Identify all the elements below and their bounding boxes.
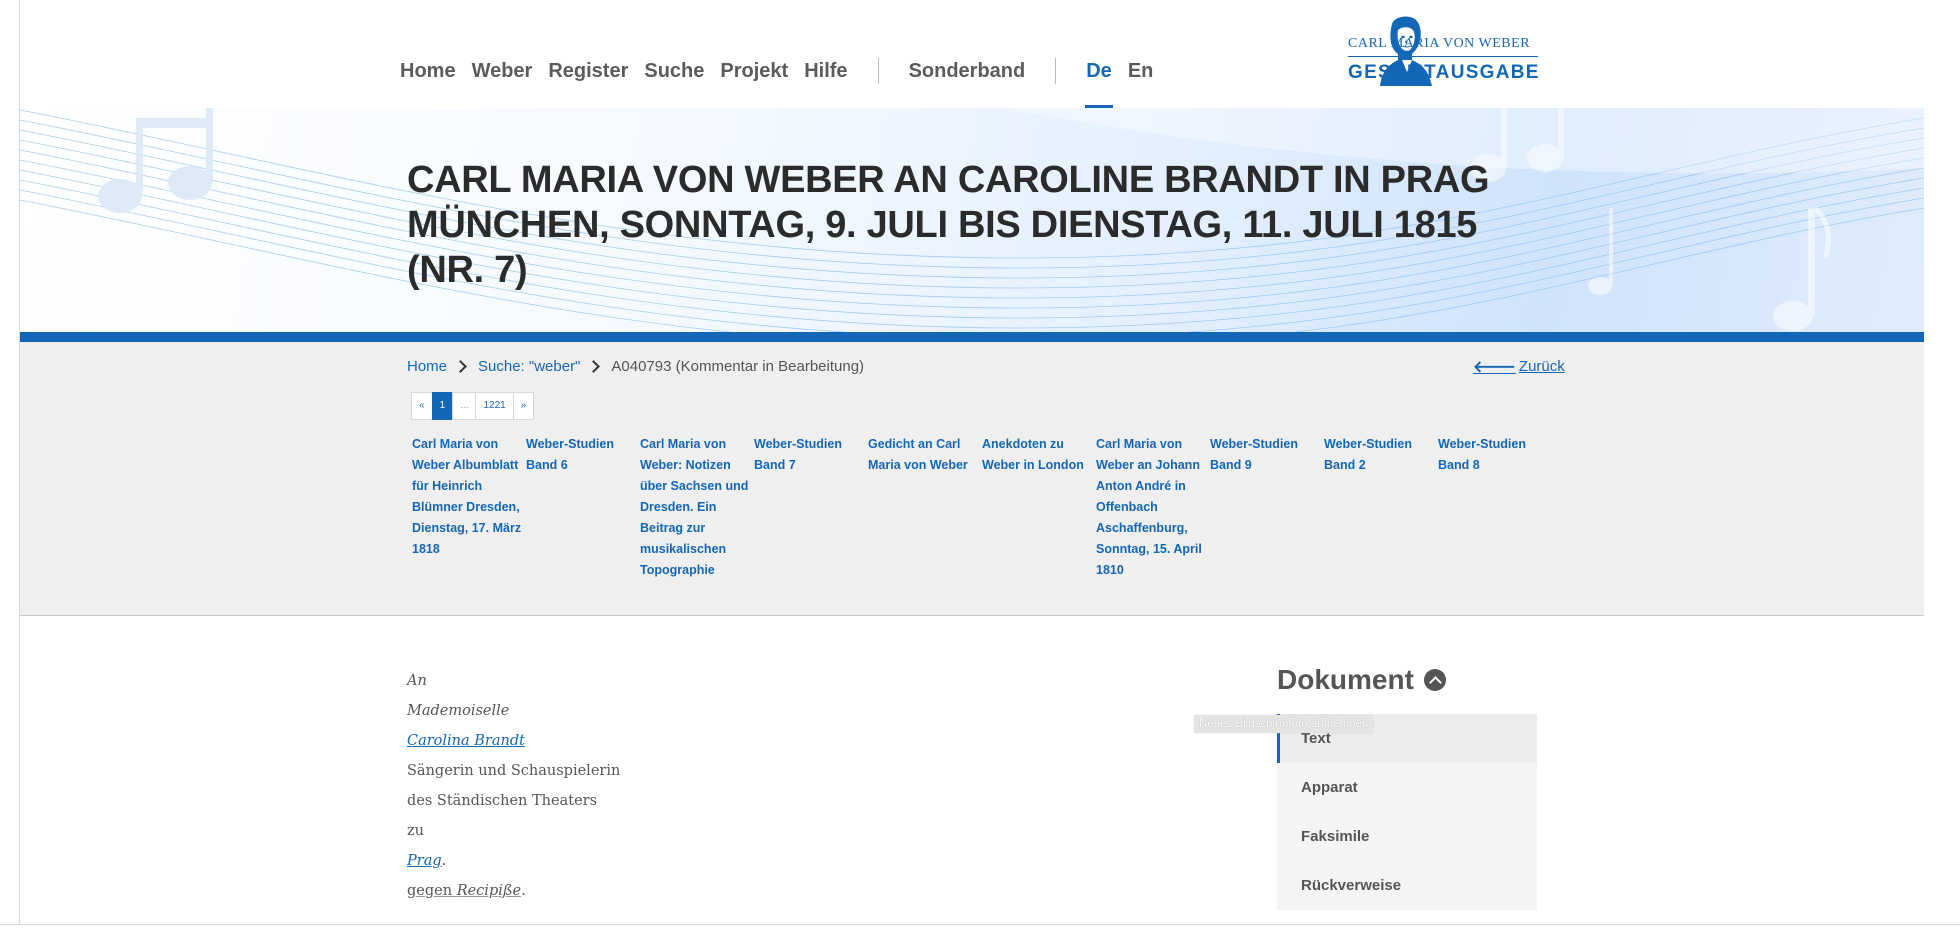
document-tab-apparat[interactable]: Apparat [1277,763,1537,812]
breadcrumb-search[interactable]: Suche: "weber" [478,358,580,375]
pager-next-button[interactable]: » [512,392,535,420]
window-left-edge [0,0,20,942]
back-link-label: Zurück [1518,358,1565,375]
document-tab-rueckverweise[interactable]: Rückverweise [1277,861,1537,910]
letter-punctuation: . [521,883,526,899]
page-title-line: CARL MARIA VON WEBER AN CAROLINE BRANDT … [407,159,1490,201]
pagination: « 1 ... 1221 » [411,392,535,420]
letter-address-block: An Mademoiselle Carolina Brandt Sängerin… [407,668,620,908]
window-bottom-edge [0,924,1960,943]
letter-line: Mademoiselle [407,703,510,719]
breadcrumb-home[interactable]: Home [407,358,447,375]
letter-line: des Ständischen Theaters [407,793,598,809]
result-link[interactable]: Weber-Studien Band 7 [754,434,868,581]
letter-text-italic: Recipiße [456,883,522,899]
pager-page-current[interactable]: 1 [431,392,454,420]
document-panel-title: Dokument [1277,664,1414,695]
letter-line: An [407,673,427,689]
title-banner: CARL MARIA VON WEBER AN CAROLINE BRANDT … [20,108,1924,332]
result-link[interactable]: Weber-Studien Band 8 [1438,434,1552,581]
letter-line: Sängerin und Schauspielerin [407,763,621,779]
person-link-carolina-brandt[interactable]: Carolina Brandt [407,733,525,749]
result-link[interactable]: Weber-Studien Band 6 [526,434,640,581]
pager-page-last[interactable]: 1221 [475,392,514,420]
lang-en-link[interactable]: En [1128,60,1154,83]
result-link[interactable]: Carl Maria von Weber an Johann Anton And… [1096,434,1210,581]
nav-divider [877,58,879,84]
screenshot-tooltip: Neues Bildschirmfoto aufnehmen [1194,715,1374,733]
page-title-line: MÜNCHEN, SONNTAG, 9. JULI BIS DIENSTAG, … [407,204,1478,246]
document-tab-faksimile[interactable]: Faksimile [1277,812,1537,861]
nav-sonderband[interactable]: Sonderband [909,60,1026,83]
arrow-left-icon: 🡐 [1473,359,1516,376]
page-title: CARL MARIA VON WEBER AN CAROLINE BRANDT … [407,158,1607,293]
nav-projekt[interactable]: Projekt [720,60,788,83]
letter-line: zu [407,823,424,839]
site-header: Home Weber Register Suche Projekt Hilfe … [20,0,1924,110]
search-context-panel: Home Suche: "weber" A040793 (Kommentar i… [20,342,1924,616]
window-right-edge [1924,0,1960,942]
nav-register[interactable]: Register [548,60,628,83]
letter-text: gegen [407,883,457,899]
logo-rule [1348,56,1538,57]
breadcrumb-current: A040793 (Kommentar in Bearbeitung) [611,358,865,375]
document-tabs: Text Apparat Faksimile Rückverweise [1277,714,1537,910]
nav-suche[interactable]: Suche [644,60,704,83]
pager-prev-button[interactable]: « [411,392,433,420]
place-link-prag[interactable]: Prag [407,853,442,869]
result-link[interactable]: Weber-Studien Band 2 [1324,434,1438,581]
logo-text-edition[interactable]: GESAMTAUSGABE [1348,62,1540,84]
letter-annotated-text[interactable]: gegen Recipiße [407,883,521,899]
letter-punctuation: . [441,853,447,869]
nav-home[interactable]: Home [400,60,456,83]
result-link[interactable]: Weber-Studien Band 9 [1210,434,1324,581]
back-link[interactable]: 🡐 Zurück [1473,356,1565,377]
page: Home Weber Register Suche Projekt Hilfe … [20,0,1924,924]
main-nav: Home Weber Register Suche Projekt Hilfe … [400,58,1169,110]
logo-text-name[interactable]: CARL MARIA VON WEBER [1348,36,1530,52]
nav-weber[interactable]: Weber [472,60,533,83]
result-link[interactable]: Carl Maria von Weber: Notizen über Sachs… [640,434,754,581]
chevron-right-icon [587,360,601,373]
chevron-right-icon [454,360,467,373]
page-title-line: (NR. 7) [407,249,528,291]
nav-hilfe[interactable]: Hilfe [804,60,847,83]
lang-de-link[interactable]: De [1085,60,1113,110]
pager-ellipsis: ... [452,392,477,420]
chevron-up-circle-icon[interactable] [1423,669,1446,691]
result-link[interactable]: Carl Maria von Weber Albumblatt für Hein… [412,434,526,581]
search-results-strip: Carl Maria von Weber Albumblatt für Hein… [412,434,1552,581]
result-link[interactable]: Anekdoten zu Weber in London [982,434,1096,581]
document-panel-header[interactable]: Dokument [1277,664,1446,696]
banner-bottom-bar [20,332,1924,342]
breadcrumb: Home Suche: "weber" A040793 (Kommentar i… [407,358,864,375]
result-link[interactable]: Gedicht an Carl Maria von Weber [868,434,982,581]
nav-divider [1055,58,1057,84]
